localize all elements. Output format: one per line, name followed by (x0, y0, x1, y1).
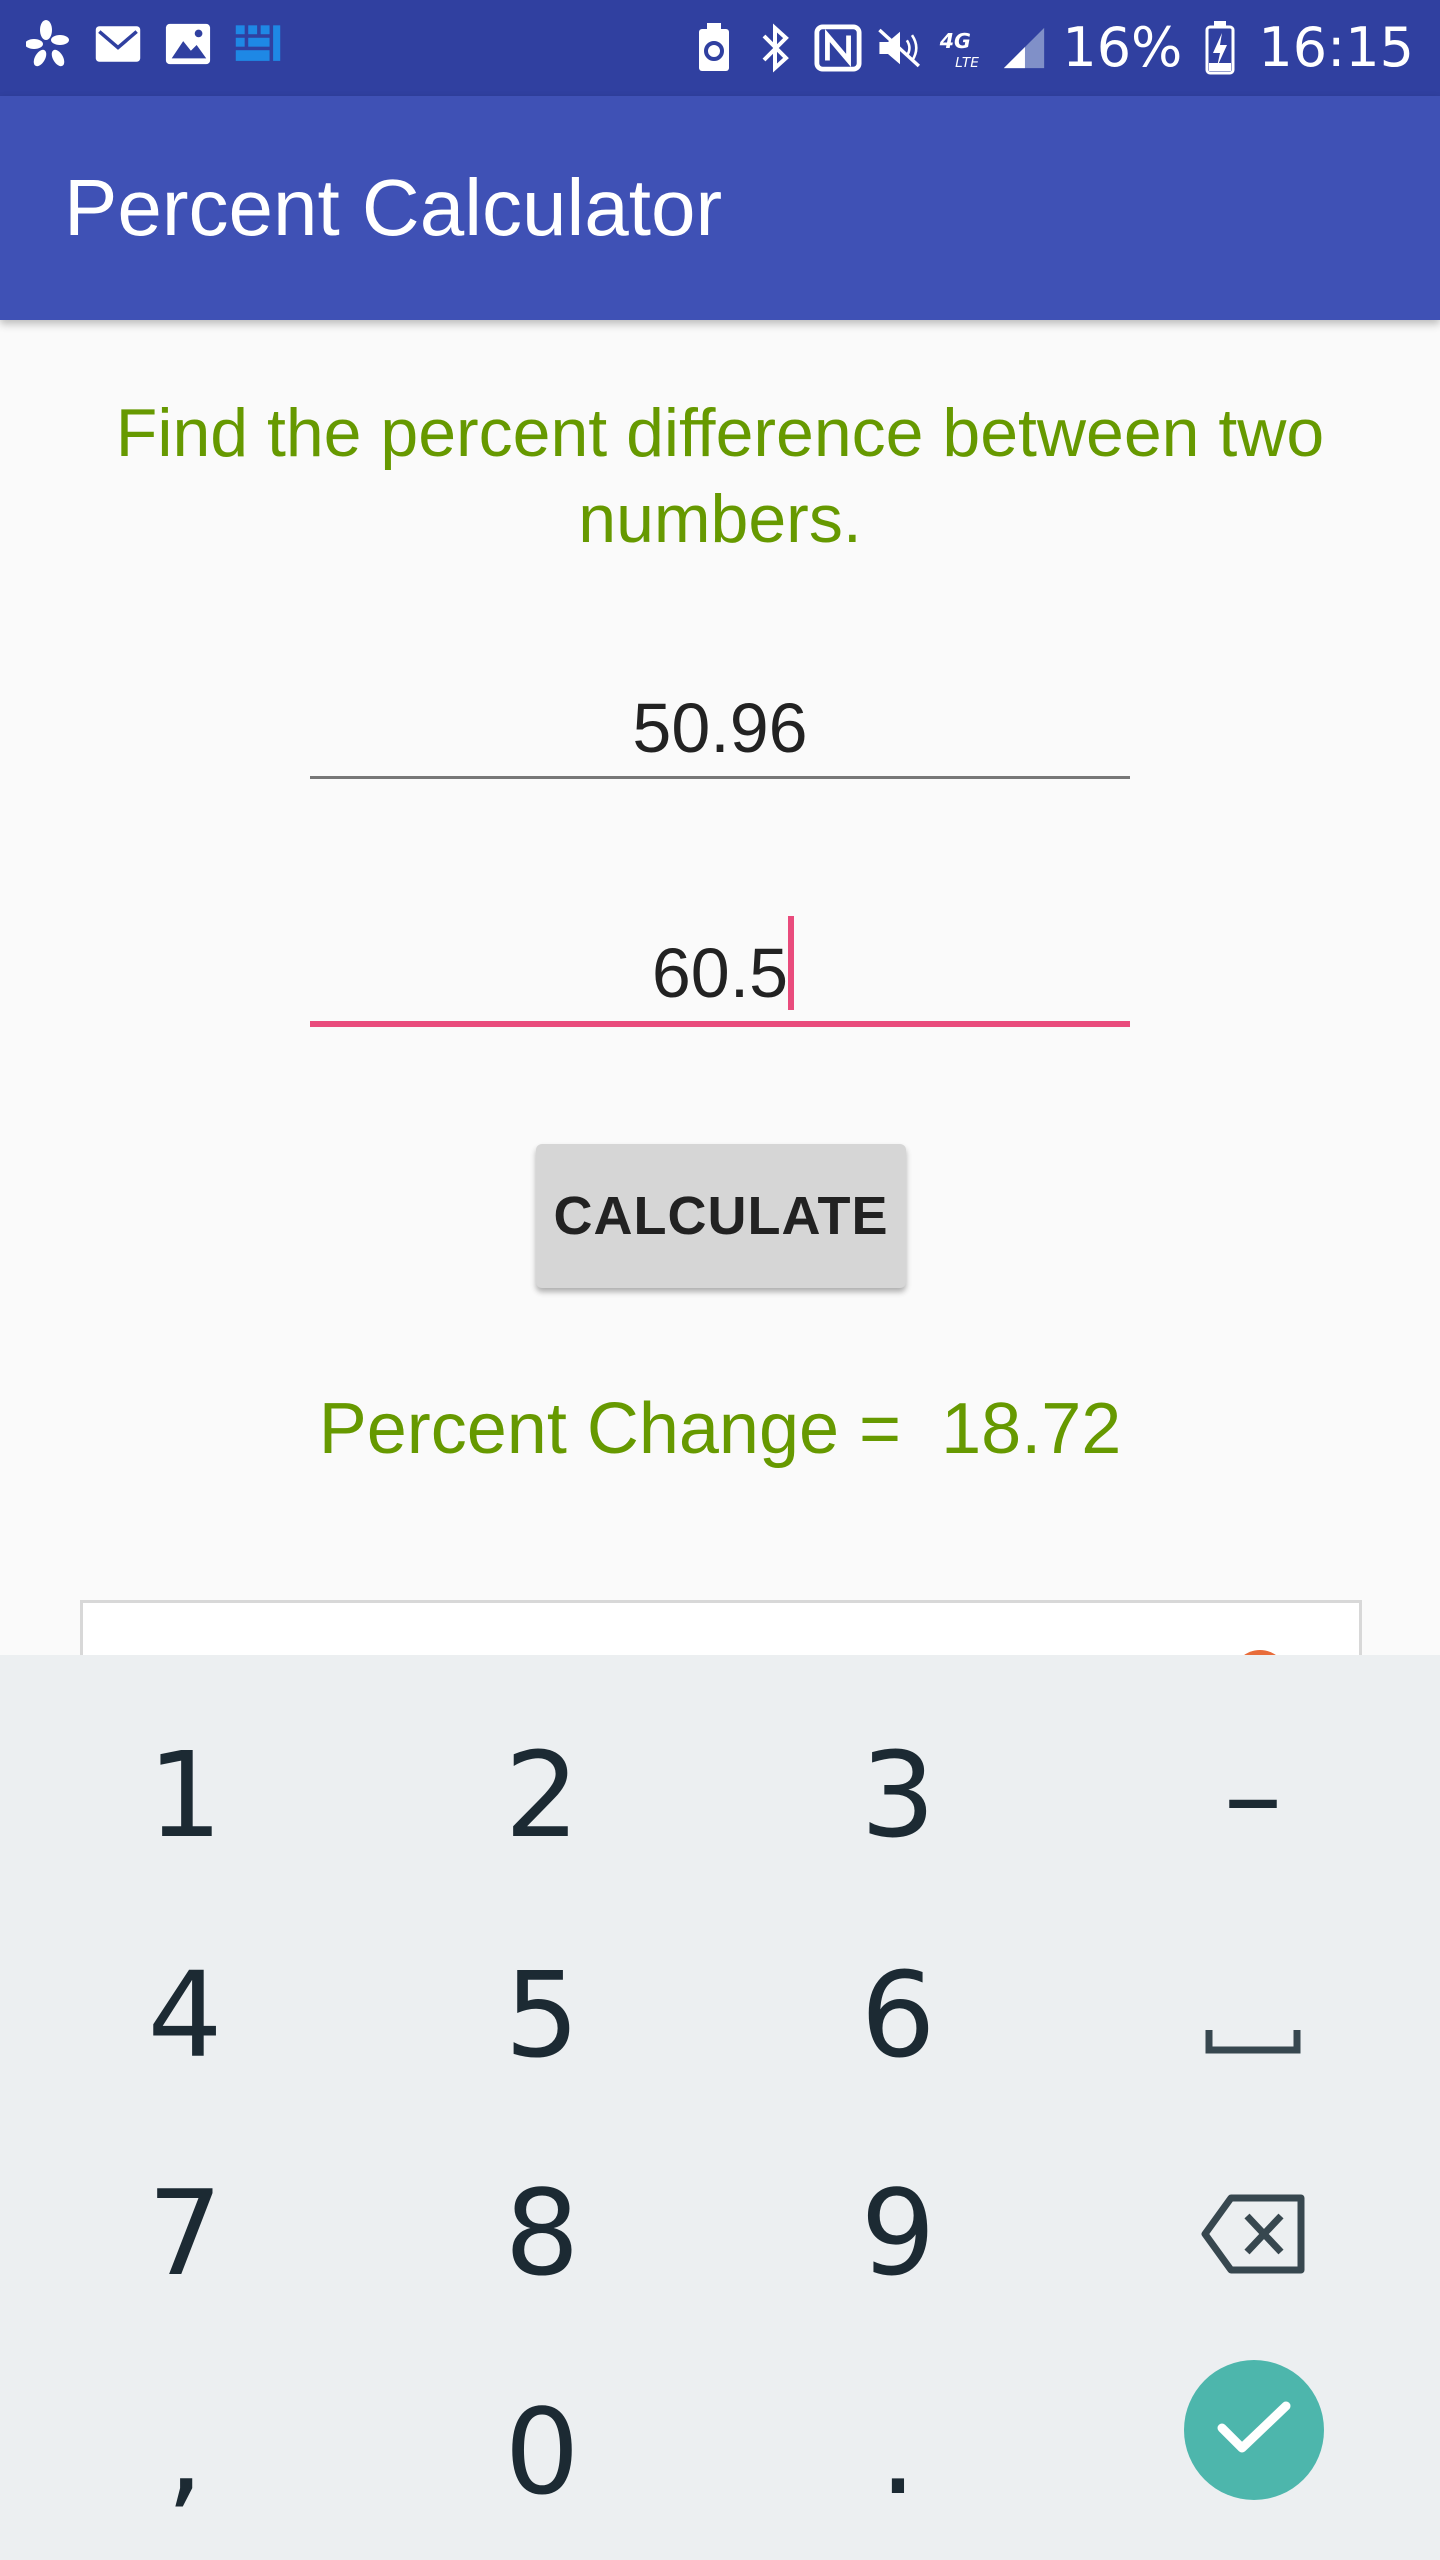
key-4[interactable]: 4 (25, 1915, 345, 2115)
mail-icon (94, 18, 142, 70)
status-bar: 4G LTE 16% 16:15 (0, 0, 1440, 96)
image-icon (164, 18, 212, 70)
key-3[interactable]: 3 (738, 1695, 1058, 1895)
svg-text:LTE: LTE (955, 55, 979, 71)
key-2[interactable]: 2 (382, 1695, 702, 1895)
key-backspace[interactable] (1093, 2133, 1413, 2333)
checkmark-icon (1216, 2398, 1292, 2463)
first-number-input[interactable] (310, 680, 1130, 779)
battery-percent: 16% (1062, 16, 1183, 79)
key-1[interactable]: 1 (25, 1695, 345, 1895)
key-0[interactable]: 0 (382, 2352, 702, 2552)
done-key[interactable] (1184, 2360, 1324, 2500)
key-space[interactable] (1093, 1915, 1413, 2115)
yelp-icon (24, 18, 72, 70)
backspace-icon (1201, 2164, 1305, 2302)
key-6[interactable]: 6 (738, 1915, 1058, 2115)
key-minus[interactable]: – (1093, 1695, 1413, 1895)
app-title: Percent Calculator (64, 163, 723, 252)
instructions-text: Find the percent difference between two … (115, 395, 1325, 557)
mute-icon (876, 22, 924, 74)
key-8[interactable]: 8 (382, 2133, 702, 2333)
key-period[interactable]: . (738, 2352, 1058, 2552)
clock: 16:15 (1258, 16, 1414, 79)
percent-change-result: Percent Change = 18.72 (318, 1389, 1122, 1469)
space-icon (1205, 1946, 1301, 2084)
signal-icon (1000, 22, 1048, 74)
nfc-icon (814, 22, 862, 74)
text-cursor (788, 916, 794, 1010)
battery-charging-icon (1196, 21, 1244, 75)
key-comma[interactable]: , (25, 2352, 345, 2552)
network-type-label: 4G LTE (938, 22, 986, 74)
app-bar: Percent Calculator (0, 96, 1440, 320)
svg-text:4G: 4G (939, 29, 971, 53)
grid-app-icon (234, 18, 282, 70)
battery-saver-icon (690, 22, 738, 74)
key-7[interactable]: 7 (25, 2133, 345, 2333)
calculate-button[interactable]: CALCULATE (536, 1144, 906, 1288)
bluetooth-icon (752, 22, 800, 74)
key-5[interactable]: 5 (382, 1915, 702, 2115)
second-number-input[interactable] (310, 925, 1130, 1027)
key-9[interactable]: 9 (738, 2133, 1058, 2333)
